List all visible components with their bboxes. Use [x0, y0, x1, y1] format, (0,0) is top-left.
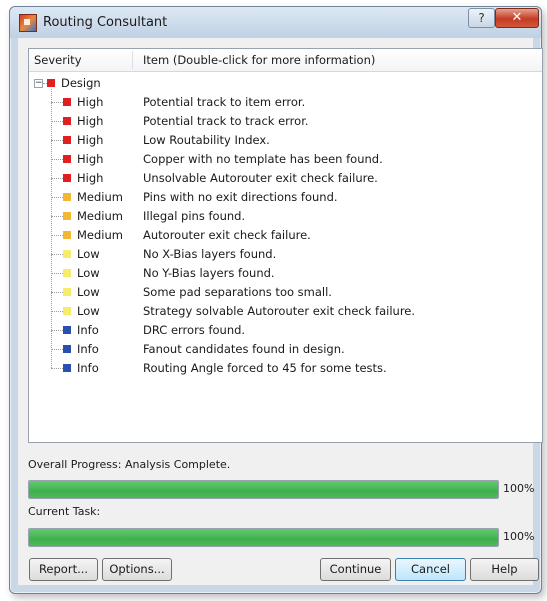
tree-connector: [51, 159, 63, 160]
app-icon: [19, 14, 37, 32]
column-divider[interactable]: [132, 51, 133, 69]
issue-item-cell[interactable]: Illegal pins found.: [143, 209, 245, 223]
severity-square-icon: [63, 136, 71, 144]
current-task-progress-fill: [29, 529, 498, 546]
severity-cell[interactable]: Low: [77, 266, 100, 280]
severity-cell[interactable]: Low: [77, 285, 100, 299]
tree-connector: [51, 102, 63, 103]
severity-square-icon: [63, 155, 71, 163]
column-header-item[interactable]: Item (Double-click for more information): [143, 53, 375, 67]
tree-connector: [51, 121, 63, 122]
tree-connector: [51, 273, 63, 274]
options-button[interactable]: Options...: [102, 558, 172, 581]
severity-cell[interactable]: High: [77, 95, 103, 109]
collapse-icon[interactable]: −: [34, 79, 43, 88]
issue-item-cell[interactable]: Autorouter exit check failure.: [143, 228, 311, 242]
issue-item-cell[interactable]: Strategy solvable Autorouter exit check …: [143, 304, 415, 318]
severity-cell[interactable]: Medium: [77, 190, 123, 204]
severity-square-icon: [63, 269, 71, 277]
tree-connector: [51, 349, 63, 350]
current-task-percent: 100%: [503, 530, 535, 543]
issue-item-cell[interactable]: Unsolvable Autorouter exit check failure…: [143, 171, 378, 185]
title-bar[interactable]: Routing Consultant ? ✕: [10, 7, 541, 38]
severity-cell[interactable]: High: [77, 171, 103, 185]
severity-cell[interactable]: Info: [77, 342, 99, 356]
severity-square-icon: [47, 79, 55, 87]
current-task-progress-bar: [28, 528, 499, 547]
severity-cell[interactable]: Medium: [77, 228, 123, 242]
issue-item-cell[interactable]: No Y-Bias layers found.: [143, 266, 275, 280]
tree-root-design[interactable]: Design: [61, 76, 101, 90]
window-title: Routing Consultant: [43, 15, 168, 30]
tree-connector: [51, 140, 63, 141]
issue-item-cell[interactable]: DRC errors found.: [143, 323, 245, 337]
severity-cell[interactable]: Low: [77, 247, 100, 261]
issue-item-cell[interactable]: Routing Angle forced to 45 for some test…: [143, 361, 387, 375]
severity-square-icon: [63, 307, 71, 315]
severity-square-icon: [63, 212, 71, 220]
overall-progress-percent: 100%: [503, 482, 535, 495]
severity-cell[interactable]: Info: [77, 361, 99, 375]
severity-cell[interactable]: High: [77, 133, 103, 147]
overall-progress-fill: [29, 481, 498, 498]
severity-square-icon: [63, 193, 71, 201]
severity-cell[interactable]: High: [77, 114, 103, 128]
overall-progress-label: Overall Progress: Analysis Complete.: [28, 458, 231, 471]
issue-item-cell[interactable]: Pins with no exit directions found.: [143, 190, 338, 204]
tree-connector: [51, 311, 63, 312]
severity-square-icon: [63, 98, 71, 106]
tree-connector: [51, 197, 63, 198]
severity-cell[interactable]: Info: [77, 323, 99, 337]
tree-connector: [51, 254, 63, 255]
dialog-client-area: Severity Item (Double-click for more inf…: [18, 38, 543, 585]
overall-progress-bar: [28, 480, 499, 499]
severity-square-icon: [63, 326, 71, 334]
tree-connector: [51, 235, 63, 236]
tree-connector: [51, 330, 63, 331]
issues-list[interactable]: Severity Item (Double-click for more inf…: [28, 48, 543, 443]
severity-cell[interactable]: Medium: [77, 209, 123, 223]
severity-square-icon: [63, 174, 71, 182]
continue-button[interactable]: Continue: [320, 558, 391, 581]
issue-item-cell[interactable]: Some pad separations too small.: [143, 285, 332, 299]
tree-connector: [51, 216, 63, 217]
cancel-button[interactable]: Cancel: [395, 558, 466, 581]
routing-consultant-dialog: Routing Consultant ? ✕ Severity Item (Do…: [9, 6, 543, 594]
issue-item-cell[interactable]: Potential track to item error.: [143, 95, 305, 109]
issue-item-cell[interactable]: No X-Bias layers found.: [143, 247, 276, 261]
help-icon[interactable]: ?: [468, 8, 495, 28]
severity-cell[interactable]: Low: [77, 304, 100, 318]
severity-square-icon: [63, 231, 71, 239]
severity-square-icon: [63, 117, 71, 125]
tree-connector: [51, 178, 63, 179]
severity-cell[interactable]: High: [77, 152, 103, 166]
issue-item-cell[interactable]: Low Routability Index.: [143, 133, 270, 147]
close-icon[interactable]: ✕: [495, 8, 539, 28]
tree-connector: [51, 368, 63, 369]
help-button[interactable]: Help: [470, 558, 539, 581]
severity-square-icon: [63, 288, 71, 296]
report-button[interactable]: Report...: [29, 558, 98, 581]
severity-square-icon: [63, 364, 71, 372]
tree-connector: [51, 292, 63, 293]
current-task-label: Current Task:: [28, 505, 101, 518]
issue-item-cell[interactable]: Copper with no template has been found.: [143, 152, 383, 166]
list-header: Severity Item (Double-click for more inf…: [29, 49, 542, 72]
issue-item-cell[interactable]: Fanout candidates found in design.: [143, 342, 345, 356]
issue-item-cell[interactable]: Potential track to track error.: [143, 114, 309, 128]
severity-square-icon: [63, 250, 71, 258]
column-header-severity[interactable]: Severity: [34, 53, 82, 67]
tree-trunk: [51, 89, 52, 368]
severity-square-icon: [63, 345, 71, 353]
